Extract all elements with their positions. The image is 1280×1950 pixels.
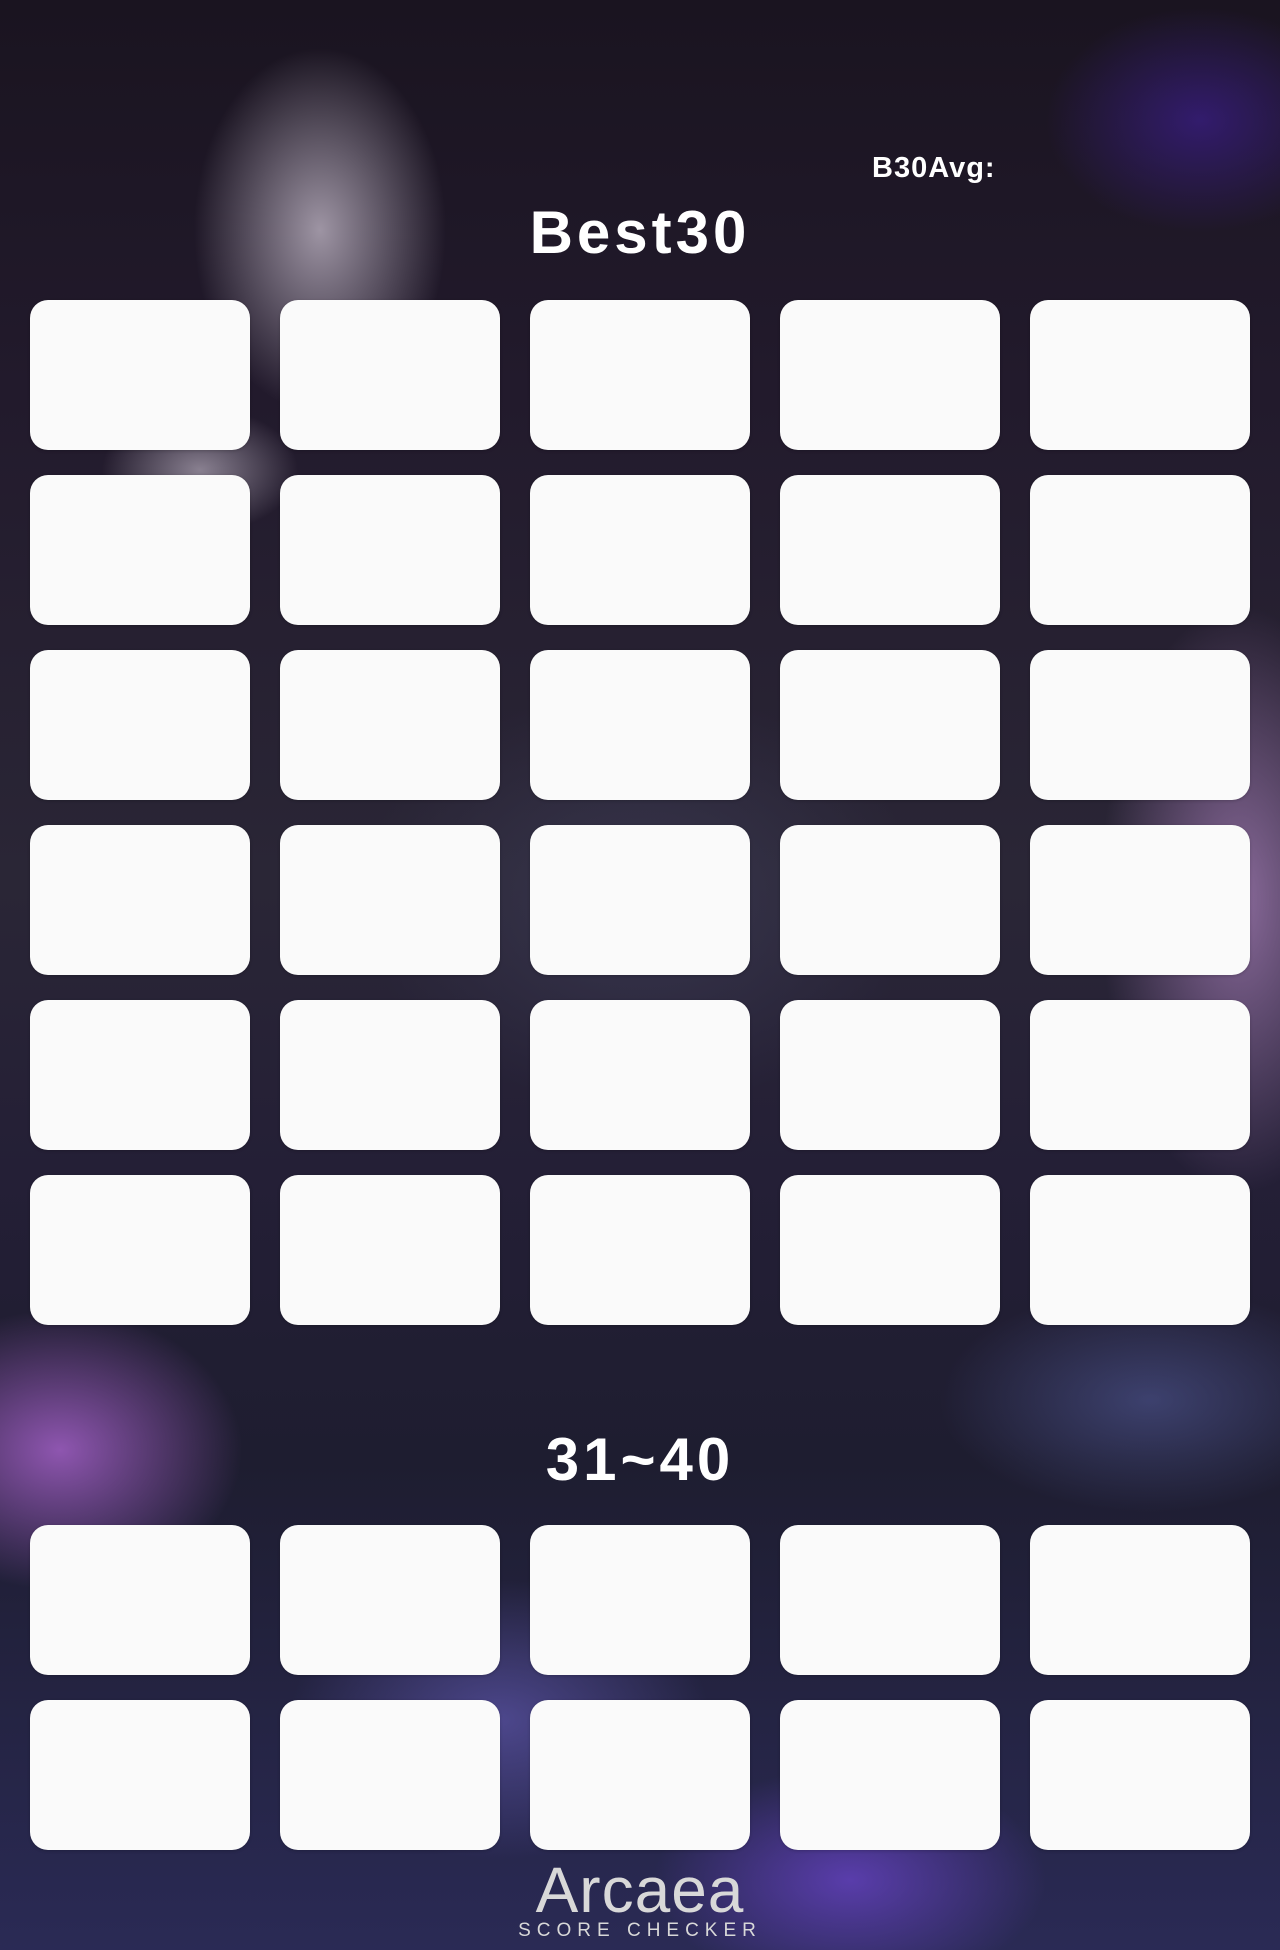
score-card	[530, 1700, 750, 1850]
score-card	[280, 650, 500, 800]
score-card	[30, 1525, 250, 1675]
score-card	[780, 650, 1000, 800]
arcaea-logo: Arcaea SCORE CHECKER	[0, 1858, 1280, 1942]
score-card	[280, 1700, 500, 1850]
logo-name: Arcaea	[535, 1854, 745, 1926]
overflow-title: 31~40	[545, 1426, 735, 1493]
score-card	[530, 825, 750, 975]
score-card	[780, 1000, 1000, 1150]
score-card	[30, 300, 250, 450]
score-card	[530, 300, 750, 450]
score-card	[30, 1700, 250, 1850]
overflow-grid	[30, 1525, 1250, 1850]
score-card	[780, 1700, 1000, 1850]
score-card	[30, 1175, 250, 1325]
score-card	[280, 300, 500, 450]
score-card	[280, 1525, 500, 1675]
score-card	[280, 825, 500, 975]
best30-title: Best30	[529, 199, 751, 266]
score-card	[530, 475, 750, 625]
score-card	[780, 825, 1000, 975]
best30-grid	[30, 300, 1250, 1325]
score-card	[780, 1175, 1000, 1325]
score-card	[30, 475, 250, 625]
score-card	[280, 1175, 500, 1325]
score-card	[1030, 825, 1250, 975]
score-card	[780, 300, 1000, 450]
b30-average-label: B30Avg:	[872, 152, 996, 184]
score-card	[1030, 1525, 1250, 1675]
score-card	[1030, 300, 1250, 450]
score-card	[280, 475, 500, 625]
score-card	[280, 1000, 500, 1150]
score-card	[530, 650, 750, 800]
score-card	[30, 1000, 250, 1150]
score-card	[1030, 1700, 1250, 1850]
score-card	[530, 1000, 750, 1150]
score-card	[30, 825, 250, 975]
score-card	[1030, 1175, 1250, 1325]
score-card	[780, 475, 1000, 625]
score-card	[1030, 650, 1250, 800]
logo-subtitle: SCORE CHECKER	[518, 1920, 762, 1941]
score-card	[780, 1525, 1000, 1675]
score-card	[530, 1175, 750, 1325]
score-card	[1030, 475, 1250, 625]
score-card	[30, 650, 250, 800]
score-card	[530, 1525, 750, 1675]
score-card	[1030, 1000, 1250, 1150]
